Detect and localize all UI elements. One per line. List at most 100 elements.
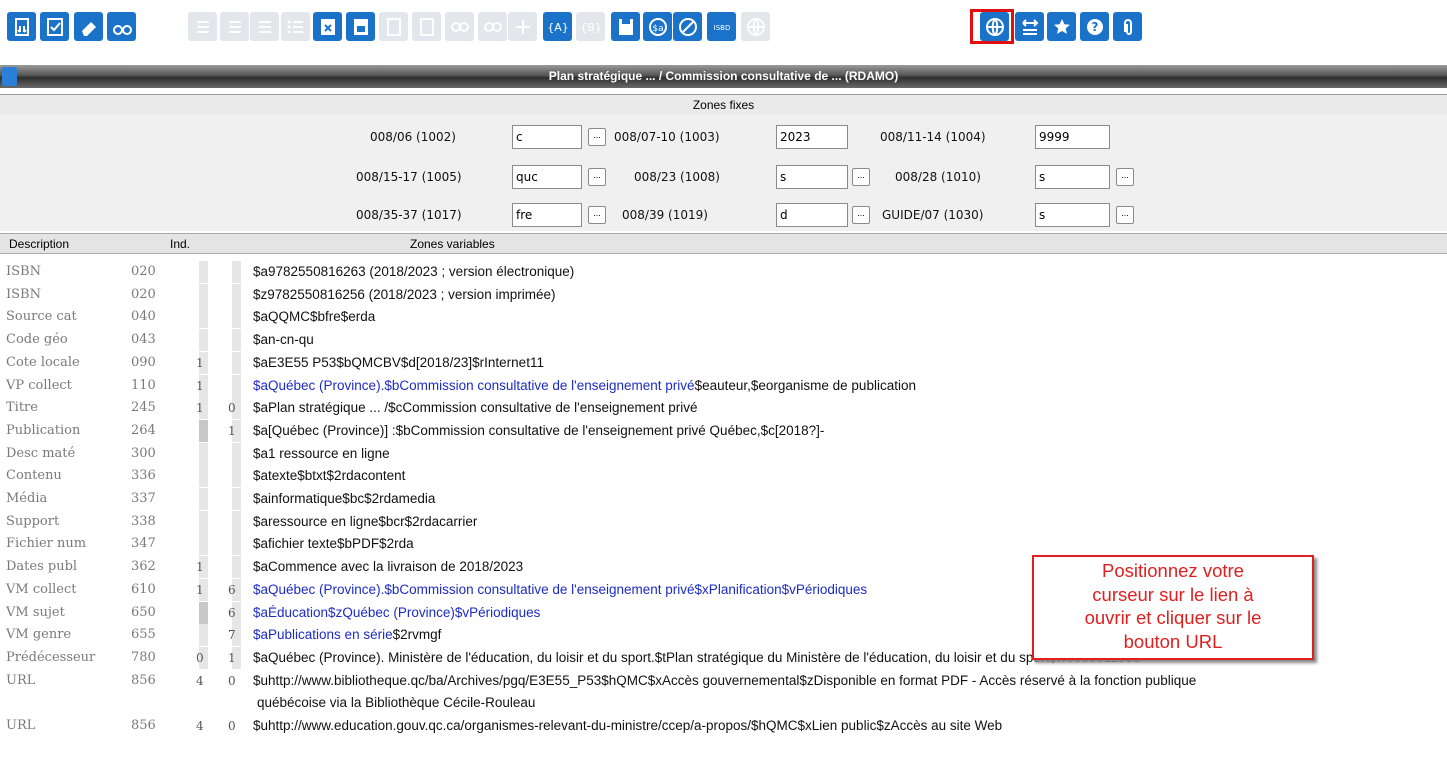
save-button[interactable] <box>611 12 640 41</box>
field-description: VP collect <box>6 377 72 393</box>
variable-field-row[interactable]: Source cat 040 $aQQMC$bfre$erda <box>0 306 1447 329</box>
field-tag: 362 <box>131 559 156 575</box>
indicator-1-cell <box>199 624 208 647</box>
help-button[interactable]: ? <box>1080 12 1109 41</box>
field-content[interactable]: $uhttp://www.education.gouv.qc.ca/organi… <box>253 715 1002 737</box>
list-button[interactable] <box>220 12 249 41</box>
list-button[interactable] <box>188 12 217 41</box>
field-content[interactable]: $aÉducation$zQuébec (Province)$vPériodiq… <box>253 602 540 624</box>
variable-field-row[interactable]: Support 338 $aressource en ligne$bcr$2rdac… <box>0 510 1447 533</box>
fixed-field-browse-button[interactable]: ... <box>1116 206 1134 224</box>
variable-field-row[interactable]: URL 856 4 0 $uhttp://www.bibliotheque.qc/ba/… <box>0 670 1447 692</box>
field-tag: 650 <box>131 604 156 620</box>
subfield-a-button[interactable]: $a <box>643 12 672 41</box>
field-tag: 020 <box>131 264 156 279</box>
fixed-field-input[interactable]: 9999 <box>1035 125 1110 149</box>
variable-field-row[interactable]: Desc maté 300 $a1 ressource en ligne <box>0 442 1447 465</box>
variable-field-row[interactable]: ISBN 020 $a9782550816263 (2018/2023 ; vers… <box>0 261 1447 283</box>
fixed-field-input[interactable]: d <box>776 203 848 227</box>
authority-link[interactable]: $aQuébec (Province).$bCommission consult… <box>253 378 695 393</box>
fixed-field-browse-button[interactable]: ... <box>588 128 606 146</box>
authority-link[interactable]: $aQuébec (Province).$bCommission consult… <box>253 582 867 597</box>
variable-field-row[interactable]: Code géo 043 $an-cn-qu <box>0 329 1447 352</box>
subfield-button[interactable]: {A} <box>543 12 572 41</box>
fixed-field-browse-button[interactable]: ... <box>852 206 870 224</box>
field-content[interactable]: $aCommence avec la livraison de 2018/202… <box>253 556 523 578</box>
svg-text:$a: $a <box>652 24 663 34</box>
field-content[interactable]: $aE3E55 P53$bQMCBV$d[2018/23]$rInternet1… <box>253 352 544 374</box>
field-content[interactable]: $aQuébec (Province).$bCommission consult… <box>253 375 916 397</box>
swap-button[interactable] <box>1015 12 1044 41</box>
fixed-field-input[interactable]: 2023 <box>776 125 848 149</box>
field-content[interactable]: $z9782550816256 (2018/2023 ; version imp… <box>253 284 555 306</box>
fixed-field-label: 008/23 (1008) <box>634 170 720 184</box>
field-button[interactable] <box>412 12 441 41</box>
variable-field-row[interactable]: Titre 245 1 0 $aPlan stratégique ... /$cComm… <box>0 397 1447 420</box>
fixed-field-browse-button[interactable]: ... <box>1116 168 1134 186</box>
field-content[interactable]: $afichier texte$bPDF$2rda <box>253 533 414 555</box>
callout-line: Positionnez votre <box>1102 560 1244 581</box>
field-text: québécoise via la Bibliothèque Cécile-Ro… <box>257 695 536 711</box>
list-button[interactable] <box>250 12 279 41</box>
field-content[interactable]: $uhttp://www.bibliotheque.qc/ba/Archives… <box>253 670 1196 692</box>
indicator-1-cell <box>199 533 208 556</box>
variable-field-row[interactable]: Publication 264 1 $a[Québec (Province)] :$b… <box>0 419 1447 442</box>
field-tag: 020 <box>131 286 156 302</box>
link-button[interactable] <box>445 12 474 41</box>
insert-field-button[interactable] <box>346 12 375 41</box>
subfield-b-button[interactable]: {B} <box>576 12 605 41</box>
fixed-field-browse-button[interactable]: ... <box>588 168 606 186</box>
field-content[interactable]: québécoise via la Bibliothèque Cécile-Ro… <box>257 692 535 714</box>
toolbar: {A} {B} $a ISBD? <box>0 0 1447 62</box>
no-subfield-button[interactable] <box>673 12 702 41</box>
field-content[interactable]: $an-cn-qu <box>253 329 314 351</box>
variable-field-row[interactable]: Cote locale 090 1 $aE3E55 P53$bQMCBV$d[2018… <box>0 351 1447 374</box>
star-button[interactable] <box>1047 12 1076 41</box>
fixed-field-input[interactable]: fre <box>512 203 582 227</box>
field-content[interactable]: $aQuébec (Province).$bCommission consult… <box>253 579 867 601</box>
authority-link[interactable]: $aÉducation$zQuébec (Province)$vPériodiq… <box>253 605 540 620</box>
variable-field-row[interactable]: Média 337 $ainformatique$bc$2rdamedia <box>0 488 1447 510</box>
link-button[interactable] <box>478 12 507 41</box>
fixed-field-input[interactable]: s <box>1035 203 1110 227</box>
field-content[interactable]: $aressource en ligne$bcr$2rdacarrier <box>253 511 477 533</box>
field-content[interactable]: $a[Québec (Province)] :$bCommission cons… <box>253 420 824 442</box>
variable-field-row[interactable]: ISBN 020 $z9782550816256 (2018/2023 ; vers… <box>0 283 1447 306</box>
fixed-field-input[interactable]: s <box>776 165 848 189</box>
field-indicator-2: 0 <box>228 673 236 688</box>
fixed-field-label: 008/39 (1019) <box>622 208 708 222</box>
authority-link[interactable]: $aPublications en série <box>253 627 393 642</box>
field-content[interactable]: $ainformatique$bc$2rdamedia <box>253 488 435 510</box>
field-content[interactable]: $a1 ressource en ligne <box>253 443 390 465</box>
field-content[interactable]: $aQuébec (Province). Ministère de l'éduc… <box>253 647 1140 669</box>
isbd-button[interactable]: ISBD <box>707 12 736 41</box>
field-tag: 043 <box>131 332 156 348</box>
variable-field-row[interactable]: URL 856 4 0 $uhttp://www.education.gouv.qc.c… <box>0 715 1447 737</box>
fixed-field-browse-button[interactable]: ... <box>588 206 606 224</box>
add-button[interactable] <box>508 12 537 41</box>
field-content[interactable]: $aQQMC$bfre$erda <box>253 306 375 328</box>
fixed-field-browse-button[interactable]: ... <box>852 168 870 186</box>
globe-button[interactable] <box>741 12 770 41</box>
field-content[interactable]: $aPlan stratégique ... /$cCommission con… <box>253 397 698 419</box>
fixed-field-input[interactable]: quc <box>512 165 582 189</box>
variable-field-row[interactable]: VP collect 110 1 $aQuébec (Province).$bComm… <box>0 374 1447 397</box>
field-indicator-2: 1 <box>228 423 236 438</box>
fixed-field-input[interactable]: c <box>512 125 582 149</box>
binoculars-button[interactable] <box>107 12 136 41</box>
field-content[interactable]: $aPublications en série$2rvmgf <box>253 624 441 646</box>
eraser-button[interactable] <box>74 12 103 41</box>
indicator-1-cell <box>199 283 208 306</box>
paperclip-button[interactable] <box>1113 12 1142 41</box>
delete-field-button[interactable] <box>313 12 342 41</box>
field-content[interactable]: $a9782550816263 (2018/2023 ; version éle… <box>253 261 574 283</box>
field-content[interactable]: $atexte$btxt$2rdacontent <box>253 465 405 487</box>
validate-button[interactable] <box>40 12 69 41</box>
variable-field-row[interactable]: Contenu 336 $atexte$btxt$2rdacontent <box>0 465 1447 488</box>
bullet-list-button[interactable] <box>281 12 310 41</box>
variable-field-row[interactable]: québécoise via la Bibliothèque Cécile-Ro… <box>0 692 1447 714</box>
fixed-field-input[interactable]: s <box>1035 165 1110 189</box>
field-button[interactable] <box>379 12 408 41</box>
variable-field-row[interactable]: Fichier num 347 $afichier texte$bPDF$2rda <box>0 533 1447 556</box>
import-button[interactable] <box>7 12 36 41</box>
